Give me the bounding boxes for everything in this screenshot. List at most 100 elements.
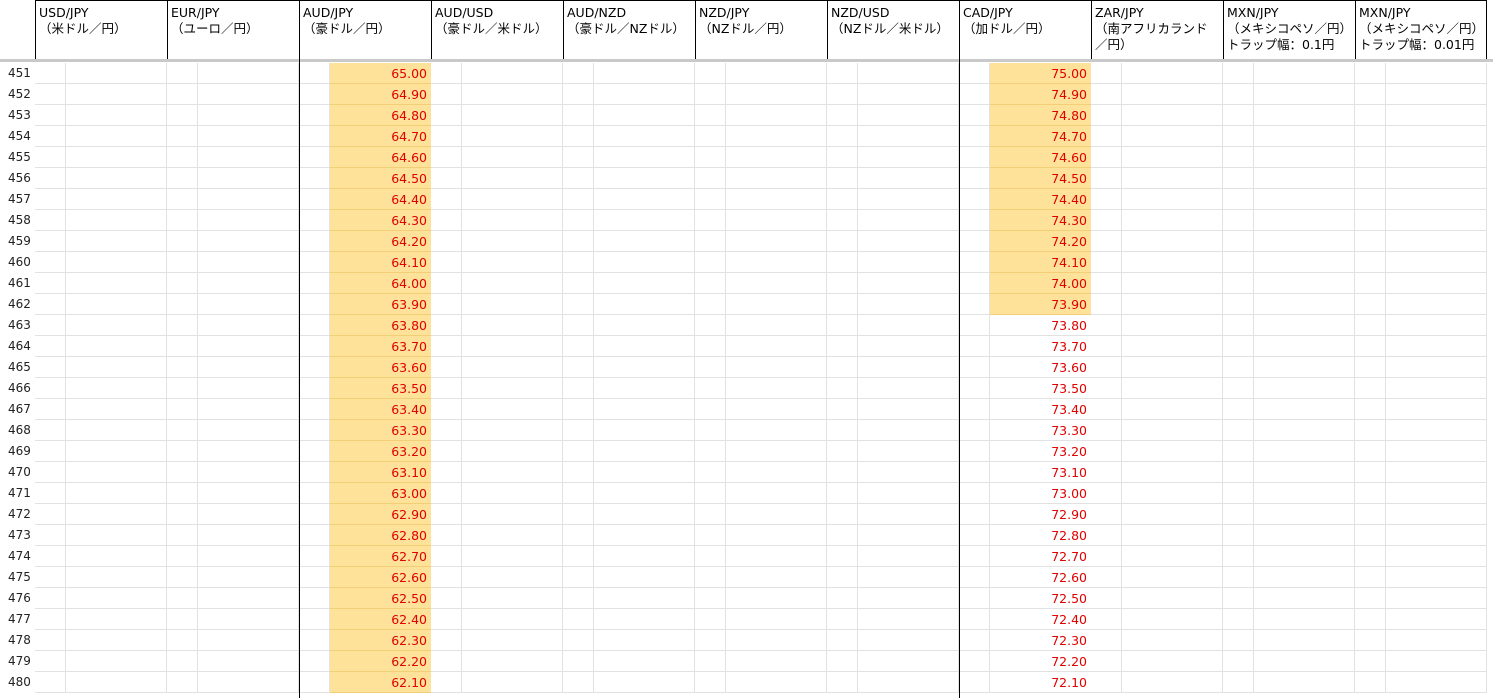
grid-cell[interactable] xyxy=(1223,273,1254,294)
grid-cell[interactable] xyxy=(858,147,959,168)
grid-cell[interactable] xyxy=(299,294,330,315)
grid-cell[interactable] xyxy=(1254,252,1355,273)
aud-jpy-trap-price[interactable]: 64.50 xyxy=(330,168,431,189)
grid-cell[interactable] xyxy=(594,126,695,147)
grid-cell[interactable] xyxy=(299,651,330,672)
grid-cell[interactable] xyxy=(35,168,66,189)
grid-cell[interactable] xyxy=(695,273,726,294)
grid-cell[interactable] xyxy=(66,420,167,441)
row-number[interactable]: 477 xyxy=(0,609,35,630)
grid-cell[interactable] xyxy=(462,630,563,651)
grid-cell[interactable] xyxy=(563,651,594,672)
grid-cell[interactable] xyxy=(299,168,330,189)
grid-cell[interactable] xyxy=(726,294,827,315)
grid-cell[interactable] xyxy=(594,672,695,693)
grid-cell[interactable] xyxy=(66,399,167,420)
grid-cell[interactable] xyxy=(827,168,858,189)
aud-jpy-trap-price[interactable]: 62.10 xyxy=(330,672,431,693)
aud-jpy-trap-price[interactable]: 63.80 xyxy=(330,315,431,336)
grid-cell[interactable] xyxy=(1355,315,1386,336)
aud-jpy-trap-price[interactable]: 64.00 xyxy=(330,273,431,294)
grid-cell[interactable] xyxy=(1122,210,1223,231)
grid-cell[interactable] xyxy=(959,399,990,420)
grid-cell[interactable] xyxy=(1223,378,1254,399)
header-eur-jpy[interactable]: EUR/JPY （ユーロ／円） xyxy=(167,0,299,59)
row-number[interactable]: 478 xyxy=(0,630,35,651)
grid-cell[interactable] xyxy=(1122,672,1223,693)
grid-cell[interactable] xyxy=(695,588,726,609)
grid-cell[interactable] xyxy=(1355,399,1386,420)
grid-cell[interactable] xyxy=(594,630,695,651)
grid-cell[interactable] xyxy=(1223,168,1254,189)
row-number[interactable]: 457 xyxy=(0,189,35,210)
grid-cell[interactable] xyxy=(695,336,726,357)
aud-jpy-trap-price[interactable]: 65.00 xyxy=(330,63,431,84)
row-number[interactable]: 453 xyxy=(0,105,35,126)
grid-cell[interactable] xyxy=(1091,378,1122,399)
row-number[interactable]: 469 xyxy=(0,441,35,462)
grid-cell[interactable] xyxy=(858,231,959,252)
grid-cell[interactable] xyxy=(431,210,462,231)
grid-cell[interactable] xyxy=(198,357,299,378)
grid-cell[interactable] xyxy=(726,630,827,651)
grid-cell[interactable] xyxy=(1355,525,1386,546)
grid-cell[interactable] xyxy=(198,546,299,567)
aud-jpy-trap-price[interactable]: 63.10 xyxy=(330,462,431,483)
grid-cell[interactable] xyxy=(1122,189,1223,210)
grid-cell[interactable] xyxy=(1223,567,1254,588)
grid-cell[interactable] xyxy=(167,231,198,252)
grid-cell[interactable] xyxy=(1254,441,1355,462)
grid-cell[interactable] xyxy=(66,231,167,252)
cad-jpy-trap-price[interactable]: 73.30 xyxy=(990,420,1091,441)
grid-cell[interactable] xyxy=(1386,651,1487,672)
grid-cell[interactable] xyxy=(1091,315,1122,336)
grid-cell[interactable] xyxy=(1386,315,1487,336)
grid-cell[interactable] xyxy=(1254,672,1355,693)
grid-cell[interactable] xyxy=(35,546,66,567)
grid-cell[interactable] xyxy=(726,567,827,588)
grid-cell[interactable] xyxy=(827,672,858,693)
grid-cell[interactable] xyxy=(1122,504,1223,525)
grid-cell[interactable] xyxy=(1254,273,1355,294)
grid-cell[interactable] xyxy=(726,609,827,630)
grid-cell[interactable] xyxy=(726,105,827,126)
grid-cell[interactable] xyxy=(827,210,858,231)
grid-cell[interactable] xyxy=(431,189,462,210)
grid-cell[interactable] xyxy=(462,462,563,483)
grid-cell[interactable] xyxy=(1254,294,1355,315)
grid-cell[interactable] xyxy=(431,126,462,147)
grid-cell[interactable] xyxy=(198,105,299,126)
grid-cell[interactable] xyxy=(431,546,462,567)
grid-cell[interactable] xyxy=(858,210,959,231)
grid-cell[interactable] xyxy=(66,588,167,609)
grid-cell[interactable] xyxy=(299,336,330,357)
grid-cell[interactable] xyxy=(431,504,462,525)
grid-cell[interactable] xyxy=(167,630,198,651)
cad-jpy-trap-price[interactable]: 72.70 xyxy=(990,546,1091,567)
aud-jpy-trap-price[interactable]: 64.90 xyxy=(330,84,431,105)
grid-cell[interactable] xyxy=(1355,441,1386,462)
grid-cell[interactable] xyxy=(462,378,563,399)
grid-cell[interactable] xyxy=(858,483,959,504)
grid-cell[interactable] xyxy=(66,336,167,357)
grid-cell[interactable] xyxy=(1091,168,1122,189)
grid-cell[interactable] xyxy=(462,105,563,126)
grid-cell[interactable] xyxy=(1091,462,1122,483)
grid-cell[interactable] xyxy=(594,273,695,294)
grid-cell[interactable] xyxy=(695,231,726,252)
grid-cell[interactable] xyxy=(563,126,594,147)
grid-cell[interactable] xyxy=(1254,126,1355,147)
grid-cell[interactable] xyxy=(726,672,827,693)
grid-cell[interactable] xyxy=(299,315,330,336)
grid-cell[interactable] xyxy=(827,315,858,336)
cad-jpy-trap-price[interactable]: 72.30 xyxy=(990,630,1091,651)
grid-cell[interactable] xyxy=(1122,105,1223,126)
grid-cell[interactable] xyxy=(594,462,695,483)
grid-cell[interactable] xyxy=(299,357,330,378)
grid-cell[interactable] xyxy=(431,420,462,441)
grid-cell[interactable] xyxy=(167,84,198,105)
row-number[interactable]: 480 xyxy=(0,672,35,693)
grid-cell[interactable] xyxy=(167,525,198,546)
grid-cell[interactable] xyxy=(35,672,66,693)
grid-cell[interactable] xyxy=(594,483,695,504)
